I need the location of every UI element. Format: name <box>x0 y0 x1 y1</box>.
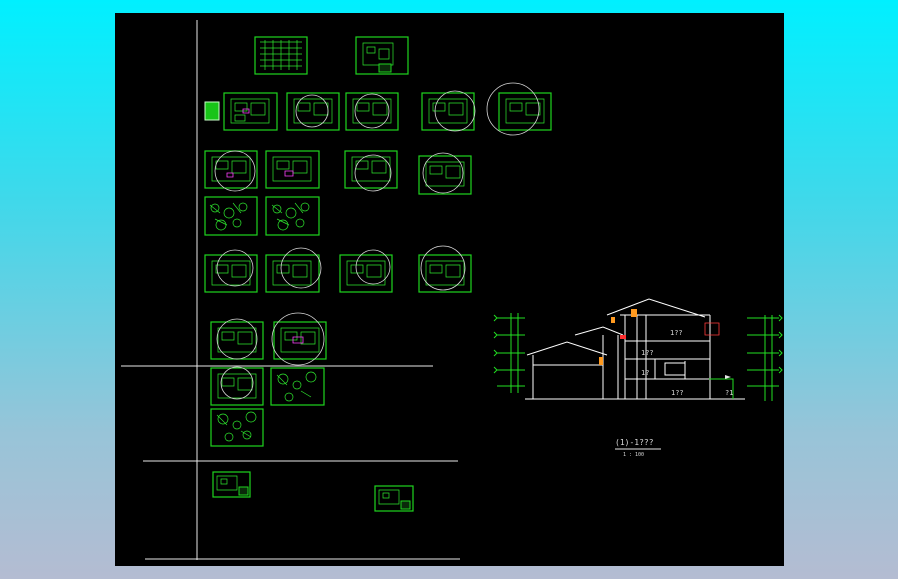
sheet-landscape-2[interactable] <box>210 408 264 447</box>
sheet-detail-2[interactable] <box>374 485 414 512</box>
sheet-column-schedule[interactable] <box>254 36 308 75</box>
drawing-svg[interactable]: 1?? 1?? 1? 1?? ?1 (1)-1??? 1 : 100 <box>115 13 784 566</box>
sheet-plan-h[interactable] <box>418 245 472 293</box>
section-title: (1)-1??? <box>615 438 654 447</box>
room-label-3: 1? <box>641 369 649 377</box>
sheet-plan-e[interactable] <box>204 249 258 293</box>
sheet-floor-plan-3[interactable] <box>345 92 399 131</box>
sheet-plan-j[interactable] <box>271 312 327 366</box>
legend-block[interactable] <box>204 101 220 121</box>
sheet-floor-plan-5[interactable] <box>486 82 552 136</box>
room-label-5: ?1 <box>725 389 733 397</box>
building-section-drawing[interactable]: 1?? 1?? 1? 1?? ?1 <box>493 298 783 401</box>
sheet-plan-d[interactable] <box>418 152 472 195</box>
sheet-landscape-1[interactable] <box>270 367 325 406</box>
sheet-plan-c[interactable] <box>344 150 398 192</box>
section-scale: 1 : 100 <box>623 452 644 458</box>
sheet-structure-2[interactable] <box>265 196 320 236</box>
sheet-detail-1[interactable] <box>212 471 251 498</box>
right-level-markers <box>747 314 783 401</box>
sheet-plan-f[interactable] <box>265 247 322 293</box>
room-label-4: 1?? <box>671 389 684 397</box>
sheet-plan-g[interactable] <box>339 249 393 293</box>
sheet-floor-plan-2[interactable] <box>286 92 340 131</box>
cad-model-space[interactable]: 1?? 1?? 1? 1?? ?1 (1)-1??? 1 : 100 <box>115 13 784 566</box>
sheet-floor-plan-1[interactable] <box>223 92 278 131</box>
sheet-floor-plan-4[interactable] <box>421 90 476 132</box>
sheet-site-plan[interactable] <box>355 36 409 75</box>
left-level-markers <box>493 313 525 393</box>
section-title-block: (1)-1??? 1 : 100 <box>615 438 661 458</box>
sheet-plan-b[interactable] <box>265 150 320 189</box>
sheet-plan-a[interactable] <box>204 150 258 192</box>
sheet-plan-i[interactable] <box>210 318 264 360</box>
sheet-plan-k[interactable] <box>210 366 264 406</box>
room-label-2: 1?? <box>641 349 654 357</box>
room-label-1: 1?? <box>670 329 683 337</box>
sheet-structure-1[interactable] <box>204 196 258 236</box>
